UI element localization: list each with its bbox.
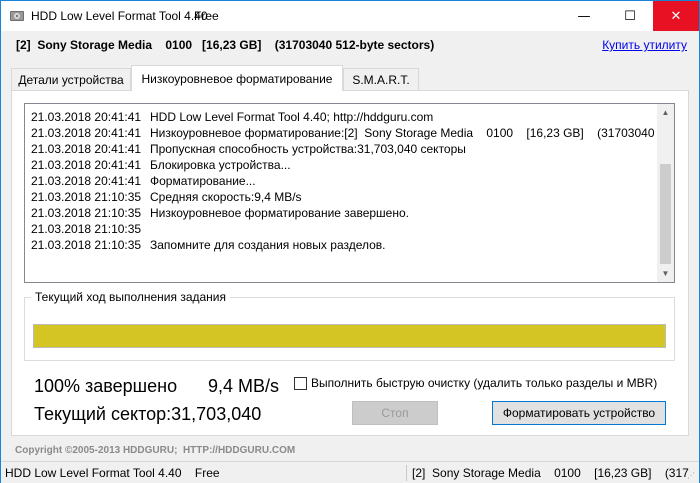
window-title: HDD Low Level Format Tool 4.40	[31, 9, 208, 23]
format-device-button[interactable]: Форматировать устройство	[492, 401, 666, 425]
log-message: Низкоуровневое форматирование завершено.	[150, 206, 409, 220]
status-bar: HDD Low Level Format Tool 4.40 Free [2] …	[1, 461, 699, 483]
log-message: HDD Low Level Format Tool 4.40; http://h…	[150, 110, 434, 124]
stop-button[interactable]: Стоп	[352, 401, 438, 425]
log-entry: 21.03.2018 21:10:35	[31, 221, 656, 237]
progress-label: Текущий ход выполнения задания	[31, 290, 230, 304]
log-timestamp: 21.03.2018 21:10:35	[31, 238, 142, 252]
tab-device-details[interactable]: Детали устройства	[11, 68, 131, 90]
scroll-up-arrow-icon[interactable]: ▲	[657, 104, 674, 121]
quick-wipe-checkbox[interactable]	[294, 376, 307, 390]
tab-smart[interactable]: S.M.A.R.T.	[343, 68, 419, 90]
progress-bar	[33, 324, 666, 348]
log-entry: 21.03.2018 20:41:41 Форматирование...	[31, 173, 656, 189]
log-message: Блокировка устройства...	[150, 158, 291, 172]
log-lines: 21.03.2018 20:41:41 HDD Low Level Format …	[31, 109, 656, 253]
current-sector: Текущий сектор:31,703,040	[34, 404, 262, 424]
progress-fill	[34, 325, 665, 347]
maximize-button[interactable]: ☐	[607, 1, 653, 31]
speed-value: 9,4 MB/s	[208, 376, 280, 396]
app-window: HDD Low Level Format Tool 4.40 Free — ☐ …	[0, 0, 700, 483]
log-message: Средняя скорость:9,4 MB/s	[150, 190, 302, 204]
log-scrollbar[interactable]: ▲ ▼	[657, 104, 674, 282]
close-button[interactable]: ✕	[653, 1, 699, 31]
quick-wipe-label: Выполнить быструю очистку (удалить тольк…	[311, 376, 658, 390]
status-divider	[406, 465, 407, 481]
scroll-down-arrow-icon[interactable]: ▼	[657, 265, 674, 282]
log-timestamp: 21.03.2018 20:41:41	[31, 158, 142, 172]
hdd-app-icon	[10, 11, 24, 21]
log-list[interactable]: 21.03.2018 20:41:41 HDD Low Level Format …	[24, 103, 675, 283]
log-message: Запомните для создания новых разделов.	[150, 238, 386, 252]
log-entry: 21.03.2018 20:41:41 HDD Low Level Format …	[31, 109, 656, 125]
scroll-thumb[interactable]	[660, 164, 671, 264]
resize-grip-icon[interactable]: ⋰	[687, 471, 697, 481]
minimize-button[interactable]: —	[561, 1, 607, 31]
log-message: Форматирование...	[150, 174, 256, 188]
progress-group: Текущий ход выполнения задания	[24, 290, 675, 361]
log-entry: 21.03.2018 20:41:41 Пропускная способност…	[31, 141, 656, 157]
format-panel: 21.03.2018 20:41:41 HDD Low Level Format …	[11, 90, 689, 436]
tab-low-level-format[interactable]: Низкоуровневое форматирование	[131, 65, 343, 91]
percent-complete: 100% завершено	[34, 376, 178, 396]
copyright-text: Copyright ©2005-2013 HDDGURU; HTTP://HDD…	[15, 445, 296, 456]
status-device: [2] Sony Storage Media 0100 [16,23 GB] (…	[412, 466, 689, 480]
status-app: HDD Low Level Format Tool 4.40 Free	[5, 466, 220, 480]
buy-utility-link[interactable]: Купить утилиту	[602, 38, 687, 52]
log-timestamp: 21.03.2018 21:10:35	[31, 222, 142, 236]
log-message: Пропускная способность устройства:31,703…	[150, 142, 466, 156]
log-timestamp: 21.03.2018 21:10:35	[31, 190, 142, 204]
log-message: Низкоуровневое форматирование:[2] Sony S…	[150, 126, 656, 140]
device-info: [2] Sony Storage Media 0100 [16,23 GB] (…	[16, 38, 435, 52]
log-timestamp: 21.03.2018 20:41:41	[31, 110, 142, 124]
log-timestamp: 21.03.2018 20:41:41	[31, 126, 142, 140]
title-bar[interactable]: HDD Low Level Format Tool 4.40 Free — ☐ …	[1, 1, 699, 31]
window-edition: Free	[194, 9, 219, 23]
log-timestamp: 21.03.2018 20:41:41	[31, 174, 142, 188]
log-entry: 21.03.2018 20:41:41 Блокировка устройства…	[31, 157, 656, 173]
quick-wipe-option[interactable]: Выполнить быструю очистку (удалить тольк…	[294, 376, 657, 390]
log-entry: 21.03.2018 21:10:35 Запомните для создани…	[31, 237, 656, 253]
log-timestamp: 21.03.2018 20:41:41	[31, 142, 142, 156]
log-timestamp: 21.03.2018 21:10:35	[31, 206, 142, 220]
log-entry: 21.03.2018 21:10:35 Средняя скорость:9,4 …	[31, 189, 656, 205]
log-entry: 21.03.2018 21:10:35 Низкоуровневое формат…	[31, 205, 656, 221]
log-entry: 21.03.2018 20:41:41 Низкоуровневое формат…	[31, 125, 656, 141]
